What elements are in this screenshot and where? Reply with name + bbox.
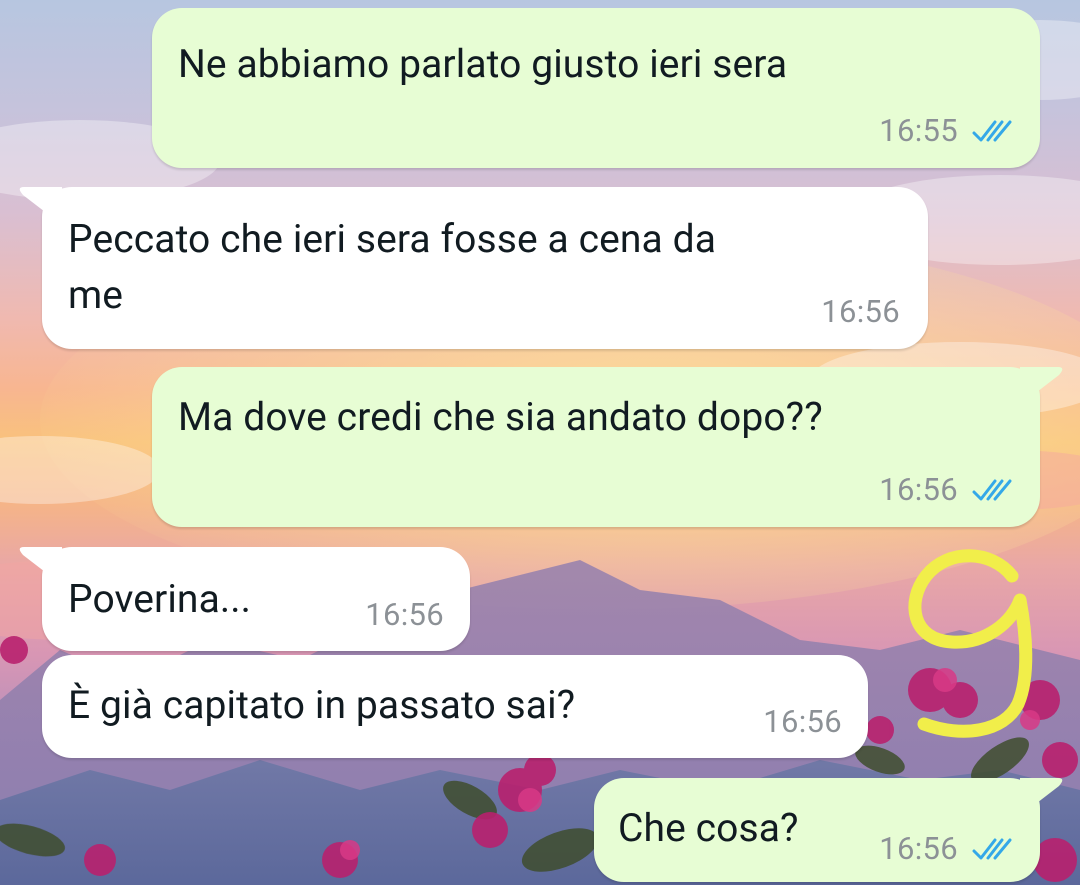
double-check-icon (972, 120, 1012, 141)
message-text: Ma dove credi che sia andato dopo?? (178, 394, 823, 440)
message-meta: 16:56 (821, 293, 900, 330)
message-meta: 16:55 (879, 112, 1016, 149)
message-text: È già capitato in passato sai? (68, 682, 576, 728)
bubble-tail (1020, 367, 1063, 405)
message-bubble-incoming[interactable]: È già capitato in passato sai? 16:56 (42, 655, 868, 758)
handwritten-number-annotation: 9 (908, 549, 1033, 738)
message-bubble-incoming[interactable]: Poverina... 16:56 (19, 547, 470, 651)
message-meta: 16:56 (365, 596, 444, 633)
message-bubble-outgoing[interactable]: Ma dove credi che sia andato dopo?? 16:5… (152, 367, 1063, 527)
message-meta: 16:56 (879, 830, 1016, 867)
message-text: Poverina... (68, 576, 252, 622)
bubble-tail (19, 187, 62, 225)
message-bubble-outgoing[interactable]: Che cosa? 16:56 (594, 778, 1063, 882)
message-text: Peccato che ieri sera fosse a cena da me (68, 216, 717, 318)
message-time: 16:56 (879, 830, 958, 867)
bubble-tail (1020, 778, 1063, 816)
message-time: 16:56 (879, 471, 958, 508)
message-text: Che cosa? (618, 805, 799, 851)
bubble-tail (19, 547, 62, 585)
message-time: 16:55 (879, 112, 958, 149)
message-bubble-outgoing[interactable]: Ne abbiamo parlato giusto ieri sera 16:5… (152, 8, 1040, 168)
message-meta: 16:56 (879, 471, 1016, 508)
message-time: 16:56 (365, 596, 444, 633)
double-check-icon (972, 479, 1012, 500)
double-check-icon (972, 838, 1012, 859)
message-time: 16:56 (821, 293, 900, 330)
message-meta: 16:56 (763, 703, 842, 740)
message-bubble-incoming[interactable]: Peccato che ieri sera fosse a cena da me… (19, 187, 928, 349)
message-time: 16:56 (763, 703, 842, 740)
message-text: Ne abbiamo parlato giusto ieri sera (178, 41, 788, 87)
